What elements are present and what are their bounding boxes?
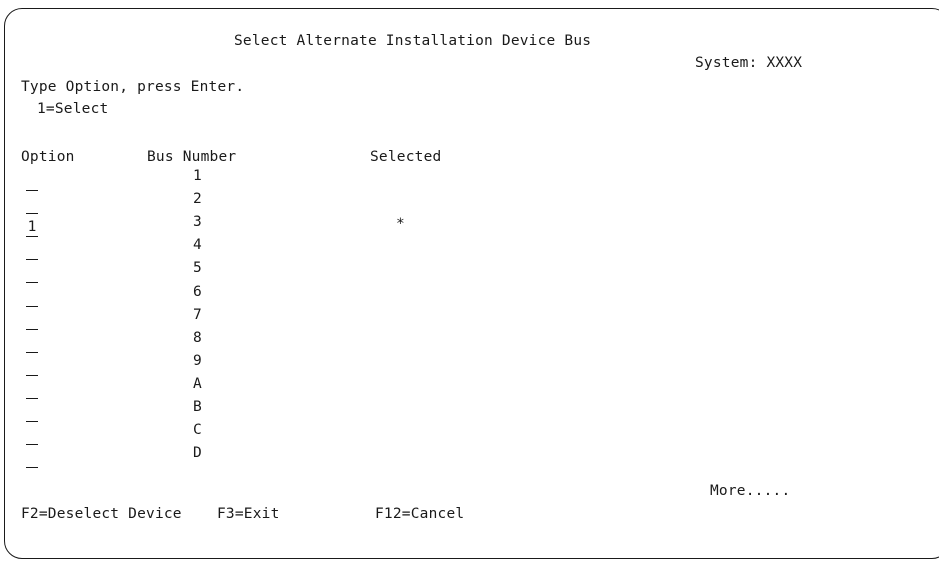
bus-number: 8 bbox=[193, 330, 202, 346]
system-name: System: XXXX bbox=[695, 55, 803, 71]
bus-number: 2 bbox=[193, 191, 202, 207]
function-key-f2-deselect[interactable]: F2=Deselect Device bbox=[21, 506, 182, 523]
bus-number: 4 bbox=[193, 237, 202, 253]
option-input[interactable] bbox=[26, 427, 38, 445]
bus-number: 9 bbox=[193, 353, 202, 369]
column-header-selected: Selected bbox=[370, 149, 442, 165]
bus-number: D bbox=[193, 445, 202, 461]
column-header-bus-number: Bus Number bbox=[147, 149, 237, 165]
option-input[interactable] bbox=[26, 381, 38, 399]
bus-number: 1 bbox=[193, 168, 202, 184]
option-input[interactable] bbox=[26, 450, 38, 468]
bus-number: A bbox=[193, 376, 202, 392]
screen-title: Select Alternate Installation Device Bus bbox=[234, 33, 592, 49]
option-input[interactable] bbox=[26, 335, 38, 353]
bus-number: 7 bbox=[193, 307, 202, 323]
column-header-option: Option bbox=[21, 149, 75, 165]
terminal-screen: Select Alternate Installation Device Bus… bbox=[4, 8, 939, 559]
option-input[interactable] bbox=[26, 312, 38, 330]
option-input[interactable]: 1 bbox=[26, 219, 38, 237]
option-input[interactable] bbox=[26, 358, 38, 376]
function-key-f3-exit[interactable]: F3=Exit bbox=[217, 506, 280, 523]
option-input[interactable] bbox=[26, 289, 38, 307]
bus-number: 5 bbox=[193, 260, 202, 276]
bus-number: 3 bbox=[193, 214, 202, 230]
option-input[interactable] bbox=[26, 404, 38, 422]
option-input[interactable] bbox=[26, 173, 38, 191]
bus-number: C bbox=[193, 422, 202, 438]
more-indicator: More..... bbox=[710, 483, 791, 499]
function-key-f12-cancel[interactable]: F12=Cancel bbox=[375, 506, 464, 523]
option-input[interactable] bbox=[26, 242, 38, 260]
option-input[interactable] bbox=[26, 196, 38, 214]
option-input[interactable] bbox=[26, 265, 38, 283]
instruction-text: Type Option, press Enter. bbox=[21, 79, 245, 95]
bus-number: B bbox=[193, 399, 202, 415]
selected-marker: * bbox=[396, 216, 405, 232]
option-legend: 1=Select bbox=[37, 101, 109, 117]
bus-number: 6 bbox=[193, 284, 202, 300]
